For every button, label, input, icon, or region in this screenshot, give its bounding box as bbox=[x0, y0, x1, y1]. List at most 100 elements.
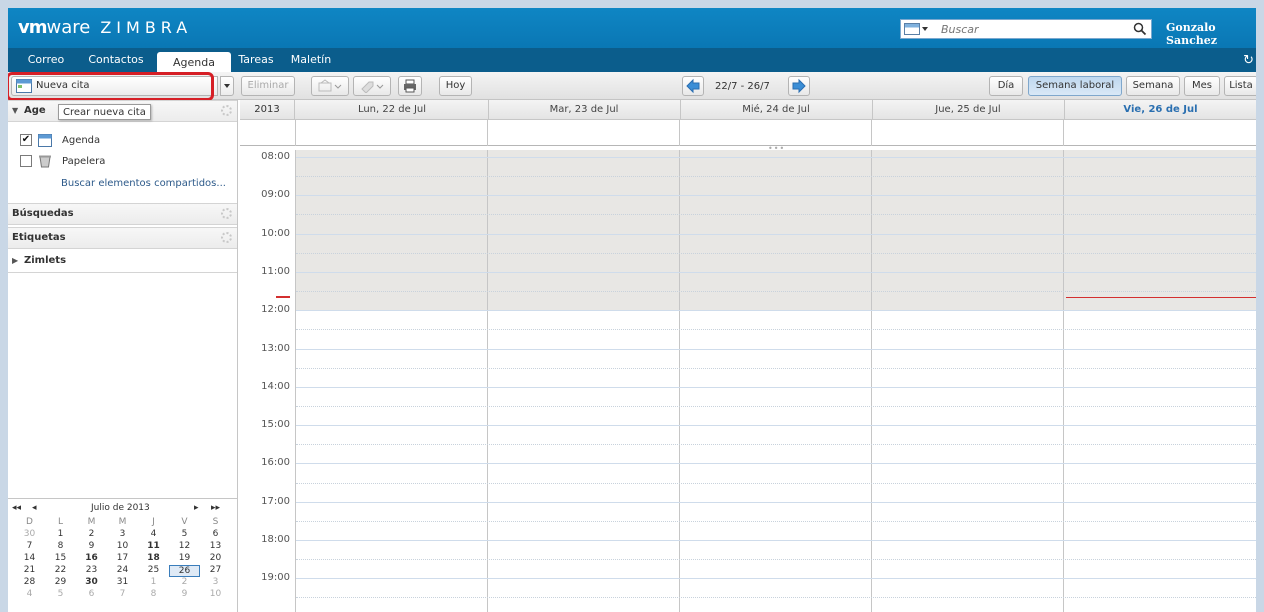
delete-button[interactable]: Eliminar bbox=[241, 76, 295, 96]
folder-agenda[interactable]: ✔ Agenda bbox=[20, 131, 100, 149]
mini-calendar-day[interactable]: 28 bbox=[14, 577, 45, 589]
folder-papelera[interactable]: Papelera bbox=[20, 152, 105, 170]
mini-calendar-day[interactable]: 5 bbox=[45, 589, 76, 601]
prev-month-icon[interactable]: ◂ bbox=[32, 503, 37, 513]
mini-calendar-day[interactable]: 17 bbox=[107, 553, 138, 565]
refresh-icon[interactable]: ↻ bbox=[1243, 53, 1254, 68]
mini-calendar-day[interactable]: 25 bbox=[138, 565, 169, 577]
mini-calendar-day[interactable]: 11 bbox=[138, 541, 169, 553]
today-button[interactable]: Hoy bbox=[439, 76, 472, 96]
mini-calendar-day[interactable]: 27 bbox=[200, 565, 231, 577]
hour-line bbox=[296, 310, 1256, 312]
calendar-icon bbox=[38, 133, 52, 147]
new-appointment-button[interactable]: Nueva cita bbox=[11, 76, 218, 96]
mini-calendar-month[interactable]: Julio de 2013 bbox=[91, 503, 150, 513]
time-grid[interactable]: 08:00 09:00 10:00 11:00 12:00 13:00 14:00 15:00… bbox=[240, 150, 1256, 612]
mini-calendar-day[interactable]: 10 bbox=[107, 541, 138, 553]
mini-calendar-day[interactable]: 20 bbox=[200, 553, 231, 565]
mini-calendar-day[interactable]: 22 bbox=[45, 565, 76, 577]
prev-year-icon[interactable]: ◂◂ bbox=[12, 503, 21, 513]
mini-calendar-day[interactable]: 30 bbox=[76, 577, 107, 589]
mini-calendar-day[interactable]: 8 bbox=[138, 589, 169, 601]
tab-correo[interactable]: Correo bbox=[22, 51, 70, 69]
mini-calendar-day[interactable]: 9 bbox=[169, 589, 200, 601]
mini-calendar-day[interactable]: 4 bbox=[14, 589, 45, 601]
new-appointment-dropdown[interactable] bbox=[220, 76, 234, 96]
tab-agenda[interactable]: Agenda bbox=[157, 52, 231, 72]
view-day-button[interactable]: Día bbox=[989, 76, 1023, 96]
next-year-icon[interactable]: ▸▸ bbox=[211, 503, 220, 513]
mini-calendar-day[interactable]: 9 bbox=[76, 541, 107, 553]
next-month-icon[interactable]: ▸ bbox=[194, 503, 199, 513]
tab-maletin[interactable]: Maletín bbox=[286, 51, 336, 69]
searches-section-header[interactable]: Búsquedas bbox=[8, 203, 237, 225]
search-icon[interactable] bbox=[1133, 22, 1147, 36]
view-workweek-button[interactable]: Semana laboral bbox=[1028, 76, 1122, 96]
tag-button[interactable] bbox=[353, 76, 391, 96]
mini-calendar-day[interactable]: 4 bbox=[138, 529, 169, 541]
mini-calendar-dow: V bbox=[181, 517, 188, 527]
mini-calendar-day[interactable]: 10 bbox=[200, 589, 231, 601]
mini-calendar-day[interactable]: 3 bbox=[107, 529, 138, 541]
previous-week-button[interactable] bbox=[682, 76, 704, 96]
gear-icon[interactable] bbox=[221, 105, 232, 116]
mini-calendar-dow: M bbox=[87, 517, 96, 527]
mini-calendar-day[interactable]: 23 bbox=[76, 565, 107, 577]
mini-calendar-day[interactable]: 2 bbox=[169, 577, 200, 589]
mini-calendar-day[interactable]: 1 bbox=[45, 529, 76, 541]
mini-calendar-day[interactable]: 1 bbox=[138, 577, 169, 589]
move-button[interactable] bbox=[311, 76, 349, 96]
day-header-wed[interactable]: Mié, 24 de Jul bbox=[680, 100, 873, 120]
mini-calendar-day[interactable]: 6 bbox=[200, 529, 231, 541]
mini-calendar-day[interactable]: 19 bbox=[169, 553, 200, 565]
mini-calendar-day[interactable]: 8 bbox=[45, 541, 76, 553]
zimlets-section-header[interactable]: ▶ Zimlets bbox=[8, 251, 237, 273]
mini-calendar-day[interactable]: 29 bbox=[45, 577, 76, 589]
gear-icon[interactable] bbox=[221, 208, 232, 219]
mini-calendar-day[interactable]: 3 bbox=[200, 577, 231, 589]
view-month-button[interactable]: Mes bbox=[1184, 76, 1220, 96]
day-header-mon[interactable]: Lun, 22 de Jul bbox=[296, 100, 489, 120]
mini-calendar-day[interactable]: 21 bbox=[14, 565, 45, 577]
mini-calendar-day[interactable]: 7 bbox=[107, 589, 138, 601]
vmware-zimbra-logo: vmware ZIMBRA bbox=[18, 17, 193, 38]
mini-calendar-day[interactable]: 26 bbox=[169, 565, 200, 577]
day-header-thu[interactable]: Jue, 25 de Jul bbox=[872, 100, 1065, 120]
gear-icon[interactable] bbox=[221, 232, 232, 243]
mini-calendar-day[interactable]: 2 bbox=[76, 529, 107, 541]
view-list-button[interactable]: Lista bbox=[1224, 76, 1256, 96]
mini-calendar-day[interactable]: 7 bbox=[14, 541, 45, 553]
mini-calendar-day[interactable]: 14 bbox=[14, 553, 45, 565]
folder-label: Papelera bbox=[62, 155, 106, 167]
mini-calendar-day[interactable]: 30 bbox=[14, 529, 45, 541]
search-box bbox=[900, 19, 1152, 39]
next-week-button[interactable] bbox=[788, 76, 810, 96]
day-header-fri[interactable]: Vie, 26 de Jul bbox=[1064, 100, 1256, 120]
user-name-link[interactable]: Gonzalo Sanchez bbox=[1166, 21, 1256, 47]
search-scope-dropdown[interactable] bbox=[904, 22, 936, 36]
mini-calendar-day[interactable]: 15 bbox=[45, 553, 76, 565]
tab-contactos[interactable]: Contactos bbox=[84, 51, 148, 69]
tags-section-header[interactable]: Etiquetas bbox=[8, 227, 237, 249]
find-shared-link[interactable]: Buscar elementos compartidos... bbox=[61, 178, 226, 189]
mini-calendar-day[interactable]: 31 bbox=[107, 577, 138, 589]
calendar-view: 2013 Lun, 22 de Jul Mar, 23 de Jul Mié, … bbox=[240, 100, 1256, 612]
tab-tareas[interactable]: Tareas bbox=[234, 51, 278, 69]
mini-calendar-day[interactable]: 18 bbox=[138, 553, 169, 565]
search-input[interactable] bbox=[941, 22, 1121, 36]
day-header-tue[interactable]: Mar, 23 de Jul bbox=[488, 100, 681, 120]
mini-calendar-day[interactable]: 13 bbox=[200, 541, 231, 553]
top-header: vmwareZIMBRA Gonzalo Sanchez bbox=[8, 8, 1256, 48]
mini-calendar-day[interactable]: 16 bbox=[76, 553, 107, 565]
agenda-checkbox[interactable]: ✔ bbox=[20, 134, 32, 146]
mini-calendar-day[interactable]: 6 bbox=[76, 589, 107, 601]
hour-label: 15:00 bbox=[261, 419, 290, 431]
mini-calendar-day[interactable]: 24 bbox=[107, 565, 138, 577]
mini-calendar-dow: J bbox=[152, 517, 155, 527]
print-button[interactable] bbox=[398, 76, 422, 96]
mini-calendar-day[interactable]: 12 bbox=[169, 541, 200, 553]
all-day-row[interactable] bbox=[240, 120, 1256, 146]
view-week-button[interactable]: Semana bbox=[1126, 76, 1180, 96]
papelera-checkbox[interactable] bbox=[20, 155, 32, 167]
mini-calendar-day[interactable]: 5 bbox=[169, 529, 200, 541]
